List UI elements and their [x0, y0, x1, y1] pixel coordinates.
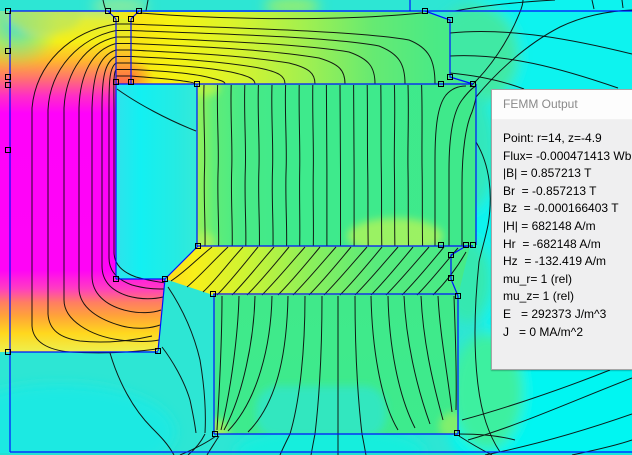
reading-hz: Hz = -132.419 A/m: [503, 254, 607, 269]
reading-flux: Flux= -0.000471413 Wb: [503, 148, 632, 163]
magnet-region: [197, 84, 476, 246]
femm-app-window: FEMM Output Point: r=14, z=-4.9 Flux= -0…: [0, 0, 632, 455]
reading-h-mag: |H| = 682148 A/m: [503, 218, 596, 233]
femm-output-window: FEMM Output Point: r=14, z=-4.9 Flux= -0…: [491, 89, 632, 370]
reading-point: Point: r=14, z=-4.9: [503, 131, 602, 145]
reading-current-density: J = 0 MA/m^2: [503, 324, 583, 339]
femm-output-title-bar[interactable]: FEMM Output: [492, 90, 632, 120]
air-gap-region: [116, 19, 131, 84]
reading-hr: Hr = -682148 A/m: [503, 236, 601, 251]
reading-mu-r: mu_r= 1 (rel): [503, 271, 573, 286]
femm-output-body: Point: r=14, z=-4.9 Flux= -0.000471413 W…: [492, 120, 632, 341]
reading-br: Br = -0.857213 T: [503, 183, 597, 198]
reading-energy: E = 292373 J/m^3: [503, 306, 607, 321]
top-plate-region: [108, 12, 473, 84]
reading-b-mag: |B| = 0.857213 T: [503, 166, 592, 181]
reading-bz: Bz = -0.000166403 T: [503, 201, 619, 216]
popup-title-text: FEMM Output: [503, 97, 578, 111]
reading-mu-z: mu_z= 1 (rel): [503, 289, 575, 304]
